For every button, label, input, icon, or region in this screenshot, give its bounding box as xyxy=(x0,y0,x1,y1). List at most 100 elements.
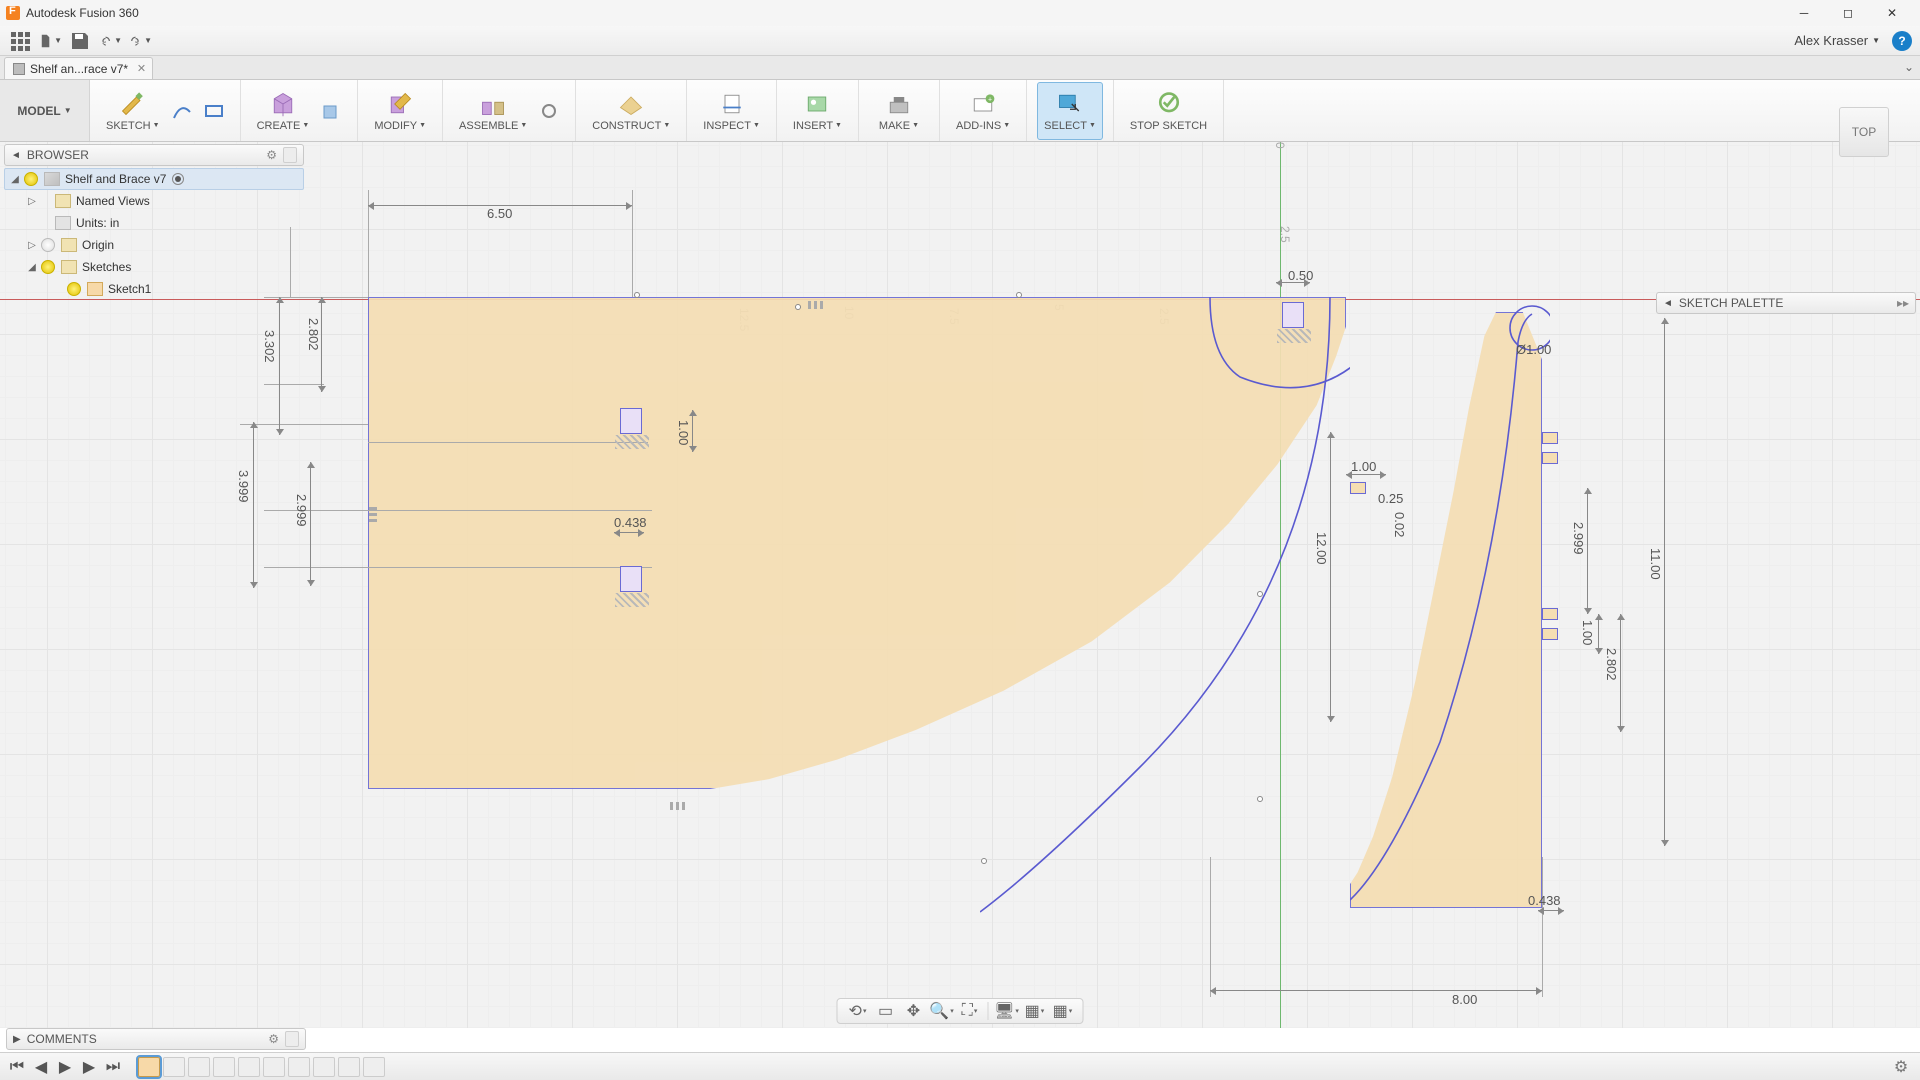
twisty-icon[interactable]: ◢ xyxy=(26,262,38,273)
gear-icon[interactable]: ⚙ xyxy=(266,148,277,162)
twisty-icon[interactable]: ▷ xyxy=(26,240,38,251)
dim-1-00a[interactable]: 1.00 xyxy=(676,420,691,445)
timeline-back-button[interactable]: ◀ xyxy=(30,1056,52,1078)
dim-0-25[interactable]: 0.25 xyxy=(1378,491,1403,506)
dim-2-999a[interactable]: 2.999 xyxy=(294,494,309,527)
visibility-bulb-icon[interactable] xyxy=(67,282,81,296)
dim-0-438b[interactable]: 0.438 xyxy=(1528,893,1561,908)
viewport-button[interactable]: ▦▾ xyxy=(1050,1000,1076,1022)
viewcube-top-face[interactable]: TOP xyxy=(1839,107,1889,157)
joint-tool[interactable] xyxy=(534,96,564,126)
slot-marker[interactable] xyxy=(620,566,642,592)
tree-named-views[interactable]: ▷ Named Views xyxy=(4,190,304,212)
construct-tool[interactable]: CONSTRUCT▼ xyxy=(586,82,676,140)
slot-marker[interactable] xyxy=(1542,432,1558,444)
expand-icon[interactable]: ▶ xyxy=(13,1034,21,1045)
rectangle-tool[interactable] xyxy=(199,96,229,126)
timeline-feature[interactable] xyxy=(288,1057,310,1077)
tab-close-button[interactable]: ✕ xyxy=(137,62,146,75)
constraint-vertical-icon[interactable] xyxy=(369,504,377,522)
dim-3-302[interactable]: 3.302 xyxy=(262,330,277,363)
sketch-point[interactable] xyxy=(795,304,801,310)
modify-tool[interactable]: MODIFY▼ xyxy=(368,82,432,140)
slot-marker[interactable] xyxy=(1542,452,1558,464)
assemble-tool[interactable]: ASSEMBLE▼ xyxy=(453,82,533,140)
dim-0-02[interactable]: 0.02 xyxy=(1392,512,1407,537)
dim-12-00[interactable]: 12.00 xyxy=(1314,532,1329,565)
collapse-icon[interactable]: ◄ xyxy=(1663,298,1673,309)
sketch-point[interactable] xyxy=(1016,292,1022,298)
pan-button[interactable]: ✥ xyxy=(901,1000,927,1022)
file-menu-button[interactable]: ▼ xyxy=(38,29,62,53)
twisty-icon[interactable]: ▷ xyxy=(26,196,38,207)
timeline-feature[interactable] xyxy=(163,1057,185,1077)
grid-settings-button[interactable]: ▦▾ xyxy=(1022,1000,1048,1022)
sketch-point[interactable] xyxy=(981,858,987,864)
twisty-icon[interactable]: ◢ xyxy=(9,174,21,185)
browser-header[interactable]: ◄ BROWSER ⚙ xyxy=(4,144,304,166)
user-menu[interactable]: Alex Krasser▼ xyxy=(1794,33,1880,48)
gear-icon[interactable]: ⚙ xyxy=(268,1032,279,1046)
timeline-feature[interactable] xyxy=(213,1057,235,1077)
sketch-palette-header[interactable]: ◄ SKETCH PALETTE ▸▸ xyxy=(1656,292,1916,314)
window-minimize-button[interactable]: ─ xyxy=(1782,0,1826,26)
timeline-feature[interactable] xyxy=(188,1057,210,1077)
sketch-tool[interactable]: SKETCH▼ xyxy=(100,82,166,140)
sketch-point[interactable] xyxy=(634,292,640,298)
orbit-button[interactable]: ⟲▾ xyxy=(845,1000,871,1022)
dim-8-00[interactable]: 8.00 xyxy=(1452,992,1477,1007)
dim-1-00c[interactable]: 1.00 xyxy=(1580,620,1595,645)
tree-origin[interactable]: ▷ Origin xyxy=(4,234,304,256)
activate-radio[interactable] xyxy=(172,173,184,185)
box-tool[interactable] xyxy=(316,96,346,126)
dim-2-802a[interactable]: 2.802 xyxy=(306,318,321,351)
timeline-feature[interactable] xyxy=(263,1057,285,1077)
slot-marker[interactable] xyxy=(1542,628,1558,640)
timeline-feature-sketch[interactable] xyxy=(138,1057,160,1077)
tree-sketches[interactable]: ◢ Sketches xyxy=(4,256,304,278)
slot-marker[interactable] xyxy=(1542,608,1558,620)
dim-0-438a[interactable]: 0.438 xyxy=(614,515,647,530)
dim-2-999b[interactable]: 2.999 xyxy=(1571,522,1586,555)
tabstrip-expand-icon[interactable]: ⌄ xyxy=(1904,60,1914,74)
help-button[interactable]: ? xyxy=(1892,31,1912,51)
dim-11-00[interactable]: 11.00 xyxy=(1648,548,1663,580)
insert-tool[interactable]: INSERT▼ xyxy=(787,82,848,140)
timeline-feature[interactable] xyxy=(338,1057,360,1077)
view-cube[interactable]: TOP xyxy=(1828,106,1900,158)
canvas[interactable]: 12.5 10 7.5 5 2.5 0 2.5 6.50 3.302 2.802… xyxy=(0,142,1920,1028)
undo-button[interactable]: ▼ xyxy=(98,29,122,53)
redo-button[interactable]: ▼ xyxy=(128,29,152,53)
create-tool[interactable]: CREATE▼ xyxy=(251,82,316,140)
tree-units[interactable]: Units: in xyxy=(4,212,304,234)
visibility-bulb-icon[interactable] xyxy=(41,260,55,274)
dim-3-999[interactable]: 3.999 xyxy=(236,470,251,503)
timeline-feature[interactable] xyxy=(238,1057,260,1077)
timeline-settings-button[interactable]: ⚙ xyxy=(1890,1056,1912,1078)
slot-marker[interactable] xyxy=(1350,482,1366,494)
slot-marker[interactable] xyxy=(620,408,642,434)
look-at-button[interactable]: ▭ xyxy=(873,1000,899,1022)
fit-button[interactable]: ⛶▾ xyxy=(957,1000,983,1022)
timeline-feature[interactable] xyxy=(363,1057,385,1077)
tree-root[interactable]: ◢ Shelf and Brace v7 xyxy=(4,168,304,190)
dim-6-50[interactable]: 6.50 xyxy=(487,206,512,221)
select-tool[interactable]: SELECT▼ xyxy=(1037,82,1103,140)
timeline-start-button[interactable]: ⏮ xyxy=(6,1056,28,1078)
visibility-bulb-off-icon[interactable] xyxy=(41,238,55,252)
constraint-horizontal-icon[interactable] xyxy=(670,802,688,810)
save-button[interactable] xyxy=(68,29,92,53)
timeline-play-button[interactable]: ▶ xyxy=(54,1056,76,1078)
inspect-tool[interactable]: INSPECT▼ xyxy=(697,82,766,140)
stop-sketch-tool[interactable]: STOP SKETCH xyxy=(1124,82,1213,140)
sketch-point[interactable] xyxy=(1257,796,1263,802)
collapse-icon[interactable]: ◄ xyxy=(11,150,21,161)
slot-marker[interactable] xyxy=(1282,302,1304,328)
addins-tool[interactable]: + ADD-INS▼ xyxy=(950,82,1016,140)
timeline-forward-button[interactable]: ▶ xyxy=(78,1056,100,1078)
timeline-end-button[interactable]: ⏭ xyxy=(102,1056,124,1078)
expand-icon[interactable]: ▸▸ xyxy=(1897,296,1909,310)
document-tab[interactable]: Shelf an...race v7* ✕ xyxy=(4,57,153,79)
zoom-button[interactable]: 🔍▾ xyxy=(929,1000,955,1022)
dim-dia-1[interactable]: Ø1.00 xyxy=(1516,342,1551,357)
